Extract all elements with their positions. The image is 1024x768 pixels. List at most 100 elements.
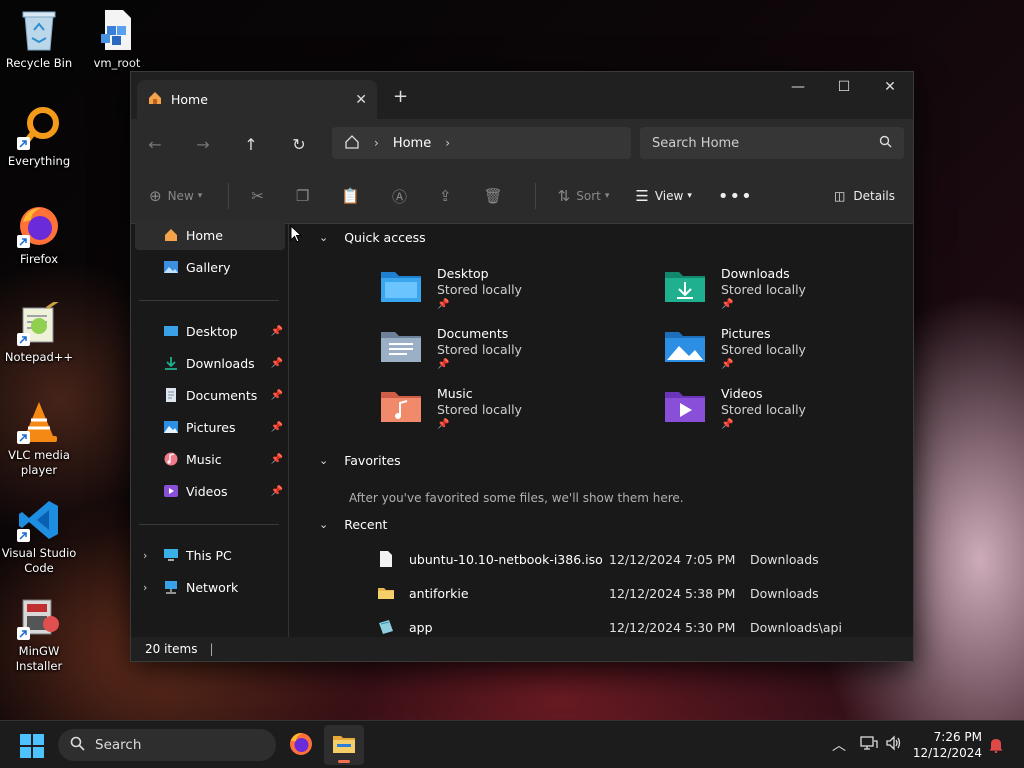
- close-window-button[interactable]: ✕: [867, 72, 913, 102]
- details-button[interactable]: ◫ Details: [834, 189, 895, 203]
- show-hidden-icons-button[interactable]: ︿: [832, 735, 846, 755]
- folder-icon: [377, 584, 395, 602]
- chevron-right-icon[interactable]: ›: [445, 136, 450, 150]
- system-clock[interactable]: 7:26 PM 12/12/2024: [912, 729, 982, 761]
- expand-chevron-icon[interactable]: ›: [143, 581, 147, 594]
- desktop-icon-notepadpp[interactable]: Notepad++: [0, 302, 78, 365]
- pin-icon[interactable]: 📌: [271, 486, 283, 497]
- title-bar[interactable]: Home ✕ + — ☐ ✕: [131, 72, 913, 119]
- close-tab-icon[interactable]: ✕: [355, 92, 367, 108]
- minimize-button[interactable]: —: [775, 72, 821, 102]
- section-header-favorites[interactable]: ⌄ Favorites: [319, 453, 401, 468]
- start-button[interactable]: [20, 734, 44, 761]
- breadcrumb-home[interactable]: Home: [393, 136, 431, 151]
- sidebar-item-downloads[interactable]: Downloads 📌: [135, 348, 285, 378]
- quick-access-documents[interactable]: Documents Stored locally 📌: [379, 326, 639, 378]
- favorites-empty-message: After you've favorited some files, we'll…: [349, 491, 684, 505]
- sidebar-item-pictures[interactable]: Pictures 📌: [135, 412, 285, 442]
- search-box[interactable]: Search Home: [640, 127, 904, 159]
- desktop-icon-vlc[interactable]: VLC media player: [0, 400, 78, 478]
- home-icon: [147, 90, 163, 109]
- more-options-button[interactable]: •••: [718, 186, 759, 207]
- sidebar-item-gallery[interactable]: Gallery: [135, 252, 285, 282]
- recent-file-name: app: [409, 619, 433, 635]
- new-button[interactable]: ⊕ New ▾: [149, 187, 202, 205]
- new-tab-button[interactable]: +: [393, 86, 408, 107]
- section-header-quick-access[interactable]: ⌄ Quick access: [319, 230, 426, 245]
- quick-access-desktop[interactable]: Desktop Stored locally 📌: [379, 266, 639, 318]
- taskbar-search-box[interactable]: Search: [58, 729, 276, 761]
- sidebar-item-videos[interactable]: Videos 📌: [135, 476, 285, 506]
- taskbar-file-explorer-button[interactable]: [324, 725, 364, 765]
- cut-icon: ✂: [251, 187, 264, 205]
- folder-status: Stored locally: [721, 282, 806, 297]
- chevron-down-icon[interactable]: ⌄: [319, 231, 328, 244]
- downloads-folder-icon: [663, 266, 707, 306]
- share-button[interactable]: ⇪: [439, 187, 458, 205]
- up-arrow-icon[interactable]: ↑: [227, 135, 275, 154]
- quick-access-videos[interactable]: Videos Stored locally 📌: [663, 386, 923, 438]
- delete-button[interactable]: 🗑: [484, 187, 509, 205]
- section-header-recent[interactable]: ⌄ Recent: [319, 517, 387, 532]
- volume-icon[interactable]: [885, 735, 903, 755]
- recent-row[interactable]: antiforkie 12/12/2024 5:38 PM Downloads: [377, 582, 907, 604]
- section-title: Favorites: [344, 453, 401, 468]
- sidebar-item-network[interactable]: › Network: [135, 572, 285, 602]
- details-pane-icon: ◫: [834, 189, 846, 203]
- pin-icon[interactable]: 📌: [271, 422, 283, 433]
- network-icon: [163, 580, 179, 594]
- folder-name: Desktop: [437, 266, 489, 281]
- active-app-indicator: [338, 760, 350, 763]
- documents-icon: [163, 388, 179, 402]
- clock-time: 7:26 PM: [933, 730, 982, 744]
- address-bar[interactable]: › Home ›: [332, 127, 631, 159]
- quick-access-music[interactable]: Music Stored locally 📌: [379, 386, 639, 438]
- desktop-icon-recycle-bin[interactable]: Recycle Bin: [0, 8, 78, 71]
- sidebar-item-music[interactable]: Music 📌: [135, 444, 285, 474]
- desktop-icon-everything[interactable]: Everything: [0, 106, 78, 169]
- pin-icon: 📌: [721, 419, 734, 430]
- sidebar-item-documents[interactable]: Documents 📌: [135, 380, 285, 410]
- paste-button[interactable]: 📋: [341, 187, 366, 205]
- sidebar-item-label: Documents: [186, 387, 258, 403]
- download-icon: [163, 356, 179, 370]
- sort-button[interactable]: ⇅ Sort ▾: [558, 187, 610, 205]
- sidebar-item-label: This PC: [186, 547, 232, 563]
- back-arrow-icon[interactable]: ←: [131, 135, 179, 154]
- pin-icon[interactable]: 📌: [271, 390, 283, 401]
- desktop-icon-vscode[interactable]: Visual Studio Code: [0, 498, 78, 576]
- tab-home[interactable]: Home ✕: [137, 80, 377, 119]
- sidebar-item-home[interactable]: Home: [135, 220, 285, 250]
- pin-icon[interactable]: 📌: [271, 326, 283, 337]
- desktop-icon-firefox[interactable]: Firefox: [0, 204, 78, 267]
- expand-chevron-icon[interactable]: ›: [143, 549, 147, 562]
- pin-icon: 📌: [721, 299, 734, 310]
- desktop-icon-mingw[interactable]: MinGW Installer: [0, 596, 78, 674]
- forward-arrow-icon[interactable]: →: [179, 135, 227, 154]
- quick-access-pictures[interactable]: Pictures Stored locally 📌: [663, 326, 923, 378]
- cut-button[interactable]: ✂: [251, 187, 270, 205]
- rename-button[interactable]: Ⓐ: [392, 186, 413, 207]
- recent-row[interactable]: ubuntu-10.10-netbook-i386.iso 12/12/2024…: [377, 548, 907, 570]
- taskbar-firefox-button[interactable]: [288, 731, 314, 760]
- maximize-button[interactable]: ☐: [821, 72, 867, 102]
- pin-icon: 📌: [437, 419, 450, 430]
- chevron-down-icon[interactable]: ⌄: [319, 454, 328, 467]
- pin-icon[interactable]: 📌: [271, 358, 283, 369]
- shortcut-arrow-icon: [17, 529, 30, 542]
- chevron-down-icon[interactable]: ⌄: [319, 518, 328, 531]
- sidebar-item-desktop[interactable]: Desktop 📌: [135, 316, 285, 346]
- quick-access-downloads[interactable]: Downloads Stored locally 📌: [663, 266, 923, 318]
- recent-row[interactable]: app 12/12/2024 5:30 PM Downloads\api: [377, 616, 907, 638]
- refresh-icon[interactable]: ↻: [275, 135, 323, 154]
- sidebar-item-this-pc[interactable]: › This PC: [135, 540, 285, 570]
- view-label: View: [654, 189, 684, 203]
- pin-icon[interactable]: 📌: [271, 454, 283, 465]
- copy-button[interactable]: ❐: [296, 187, 315, 205]
- network-status-icon[interactable]: [860, 735, 878, 755]
- notification-bell-icon[interactable]: [988, 737, 1004, 757]
- desktop-icon-vm-root[interactable]: vm_root: [78, 8, 156, 71]
- chevron-down-icon: ▾: [604, 191, 610, 201]
- more-icon: •••: [717, 185, 753, 207]
- view-button[interactable]: ☰ View ▾: [635, 187, 691, 205]
